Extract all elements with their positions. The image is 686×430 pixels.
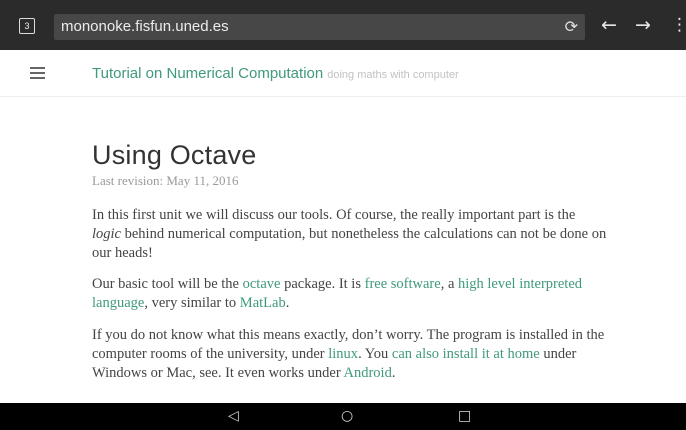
overflow-menu-icon[interactable]: ⋮ [671,14,686,36]
tab-switcher-button[interactable]: 3 [19,18,35,34]
free-software-link[interactable]: free software [365,276,441,292]
nav-home-icon[interactable]: ○ [341,408,353,424]
address-bar[interactable]: mononoke.fisfun.uned.es ⟳ [54,14,585,40]
android-navigation-bar: ◁ ○ □ [0,403,686,430]
browser-toolbar: 3 mononoke.fisfun.uned.es ⟳ ← → ⋮ [0,0,686,50]
logic-emphasis: logic [92,226,121,242]
linux-link[interactable]: linux [328,346,358,362]
site-title[interactable]: Tutorial on Numerical Computation [92,65,323,82]
octave-link[interactable]: octave [243,276,281,292]
paragraph-tools: Our basic tool will be the octave packag… [92,276,583,311]
matlab-link[interactable]: MatLab [240,295,286,311]
install-at-home-link[interactable]: can also install it at home [392,346,540,362]
nav-back-icon[interactable]: ◁ [228,408,239,424]
android-link[interactable]: Android [344,365,392,381]
reload-icon[interactable]: ⟳ [565,17,578,36]
revision-date: Last revision: May 11, 2016 [92,173,239,188]
site-subtitle: doing maths with computer [327,69,459,81]
url-text[interactable]: mononoke.fisfun.uned.es [61,18,229,35]
paragraph-install: If you do not know what this means exact… [92,327,605,381]
hamburger-menu-icon[interactable] [30,67,45,82]
site-header: Tutorial on Numerical Computation doing m… [0,50,686,97]
page-title: Using Octave [92,140,257,170]
paragraph-intro: In this first unit we will discuss our t… [92,207,607,261]
back-arrow-icon[interactable]: ← [601,14,617,36]
nav-recents-icon[interactable]: □ [458,408,471,424]
forward-arrow-icon[interactable]: → [635,14,651,36]
article: Using Octave Last revision: May 11, 2016… [92,140,607,383]
site-title-link[interactable]: Tutorial on Numerical Computation doing m… [92,65,459,82]
